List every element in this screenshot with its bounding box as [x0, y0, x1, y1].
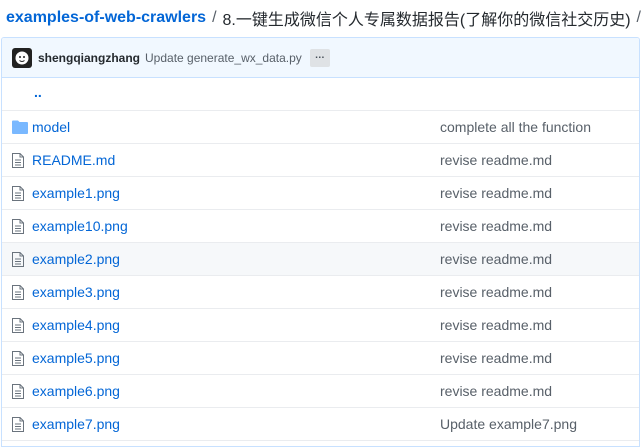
commit-message-link[interactable]: revise readme.md: [440, 218, 552, 234]
file-row[interactable]: example5.png revise readme.md: [2, 342, 639, 375]
file-icon: [12, 153, 26, 168]
file-icon: [12, 219, 26, 234]
current-path: 8.一键生成微信个人专属数据报告(了解你的微信社交历史): [222, 12, 631, 29]
file-row[interactable]: example10.png revise readme.md: [2, 210, 639, 243]
file-icon: [12, 318, 26, 333]
file-row[interactable]: example3.png revise readme.md: [2, 276, 639, 309]
file-table: shengqiangzhang Update generate_wx_data.…: [1, 37, 640, 447]
file-name-link[interactable]: example2.png: [32, 251, 120, 267]
avatar-icon[interactable]: [12, 47, 32, 68]
parent-directory-row[interactable]: ..: [2, 78, 639, 111]
breadcrumb-separator-trailing: /: [636, 9, 641, 26]
file-icon: [12, 417, 26, 432]
file-row[interactable]: example1.png revise readme.md: [2, 177, 639, 210]
breadcrumb-separator: /: [212, 9, 217, 26]
file-icon: [12, 252, 26, 267]
commit-message-link[interactable]: revise readme.md: [440, 317, 552, 333]
file-icon: [12, 285, 26, 300]
file-row[interactable]: example6.png revise readme.md: [2, 375, 639, 408]
file-row[interactable]: model complete all the function: [2, 111, 639, 144]
file-name-link[interactable]: README.md: [32, 152, 115, 168]
commit-message-link[interactable]: complete all the function: [440, 119, 591, 135]
file-icon: [12, 351, 26, 366]
breadcrumb: examples-of-web-crawlers / 8.一键生成微信个人专属数…: [0, 0, 641, 36]
parent-directory-link[interactable]: ..: [34, 84, 42, 100]
commit-message-link[interactable]: revise readme.md: [440, 350, 552, 366]
commit-message-link[interactable]: revise readme.md: [440, 251, 552, 267]
file-name-link[interactable]: example4.png: [32, 317, 120, 333]
file-row[interactable]: example2.png revise readme.md: [2, 243, 639, 276]
file-icon: [12, 384, 26, 399]
folder-icon: [12, 120, 28, 134]
commit-author[interactable]: shengqiangzhang: [38, 51, 140, 65]
expand-commit-button[interactable]: …: [309, 48, 330, 67]
commit-message-link[interactable]: revise readme.md: [440, 185, 552, 201]
file-row[interactable]: README.md revise readme.md: [2, 144, 639, 177]
file-name-link[interactable]: example1.png: [32, 185, 120, 201]
file-name-link[interactable]: example7.png: [32, 416, 120, 432]
file-name-link[interactable]: example10.png: [32, 218, 128, 234]
file-row[interactable]: example4.png revise readme.md: [2, 309, 639, 342]
file-list: model complete all the function README.md r…: [2, 111, 639, 441]
commit-message-link[interactable]: Update example7.png: [440, 416, 577, 432]
file-name-link[interactable]: example6.png: [32, 383, 120, 399]
file-name-link[interactable]: model: [32, 119, 70, 135]
file-name-link[interactable]: example3.png: [32, 284, 120, 300]
commit-message-link[interactable]: revise readme.md: [440, 152, 552, 168]
file-name-link[interactable]: example5.png: [32, 350, 120, 366]
file-row[interactable]: example7.png Update example7.png: [2, 408, 639, 441]
file-icon: [12, 186, 26, 201]
commit-message[interactable]: Update generate_wx_data.py: [145, 51, 302, 65]
commit-message-link[interactable]: revise readme.md: [440, 284, 552, 300]
repo-link[interactable]: examples-of-web-crawlers: [6, 9, 206, 27]
latest-commit-bar: shengqiangzhang Update generate_wx_data.…: [2, 38, 639, 78]
commit-message-link[interactable]: revise readme.md: [440, 383, 552, 399]
